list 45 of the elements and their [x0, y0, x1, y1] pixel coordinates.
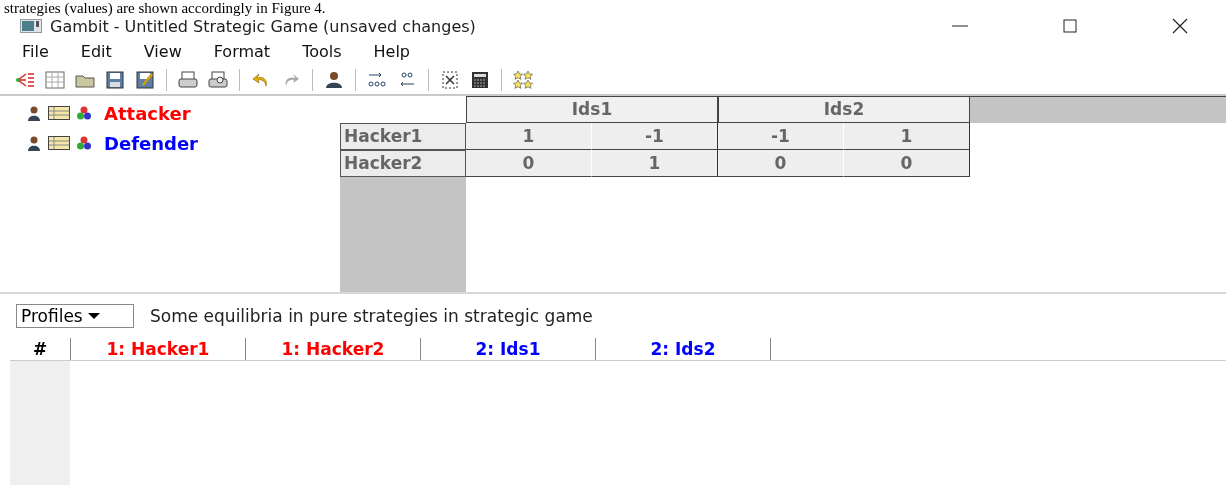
- document-text: strategies (values) are shown accordingly in Figure 4.: [3, 0, 326, 16]
- print-preview-icon[interactable]: [207, 69, 229, 91]
- table-icon[interactable]: [48, 106, 70, 120]
- window-title: Gambit - Untitled Strategic Game (unsaved changes): [50, 16, 476, 36]
- menu-item[interactable]: Format: [199, 41, 283, 61]
- table-cell: 1: [466, 123, 592, 150]
- table-cell: -1: [718, 123, 844, 150]
- column-header: 1: Hacker2: [246, 338, 421, 360]
- table-cell: 0: [718, 150, 844, 177]
- stars-icon[interactable]: [512, 69, 534, 91]
- column-header: Ids1: [466, 96, 718, 123]
- player-name[interactable]: Defender: [104, 132, 198, 154]
- maximize-icon[interactable]: [1060, 16, 1080, 36]
- menu-item[interactable]: Tools: [288, 41, 354, 61]
- floppy-disk-pencil-icon[interactable]: [134, 69, 156, 91]
- three-circles-icon[interactable]: [76, 105, 92, 121]
- table-cell: 1: [592, 150, 718, 177]
- caret-icon: [86, 312, 101, 320]
- row-header: Hacker2: [340, 150, 466, 177]
- person-icon[interactable]: [26, 135, 42, 151]
- calculator-icon[interactable]: [469, 69, 491, 91]
- close-icon[interactable]: [1170, 16, 1190, 36]
- menu-item[interactable]: File: [8, 41, 61, 61]
- person-icon[interactable]: [323, 69, 345, 91]
- person-icon[interactable]: [26, 105, 42, 121]
- table-icon[interactable]: [48, 136, 70, 150]
- column-header: Ids2: [718, 96, 970, 123]
- column-header: #: [10, 338, 71, 360]
- profiles-dropdown[interactable]: Profiles: [16, 304, 134, 328]
- player-name[interactable]: Attacker: [104, 102, 191, 124]
- status-text: Some equilibria in pure strategies in strategic game: [150, 306, 593, 326]
- table-cell: 1: [844, 123, 970, 150]
- column-header: 2: Ids1: [421, 338, 596, 360]
- table-cell: 0: [466, 150, 592, 177]
- menu-item[interactable]: Edit: [66, 41, 124, 61]
- table-cell: -1: [592, 123, 718, 150]
- table-cell: 0: [844, 150, 970, 177]
- row-header: Hacker1: [340, 123, 466, 150]
- printer-icon[interactable]: [177, 69, 199, 91]
- app-icon: [20, 19, 42, 33]
- menu-item[interactable]: View: [129, 41, 194, 61]
- menu-item[interactable]: Help: [359, 41, 423, 61]
- column-header: 2: Ids2: [596, 338, 771, 360]
- three-circles-icon[interactable]: [76, 135, 92, 151]
- column-header: 1: Hacker1: [71, 338, 246, 360]
